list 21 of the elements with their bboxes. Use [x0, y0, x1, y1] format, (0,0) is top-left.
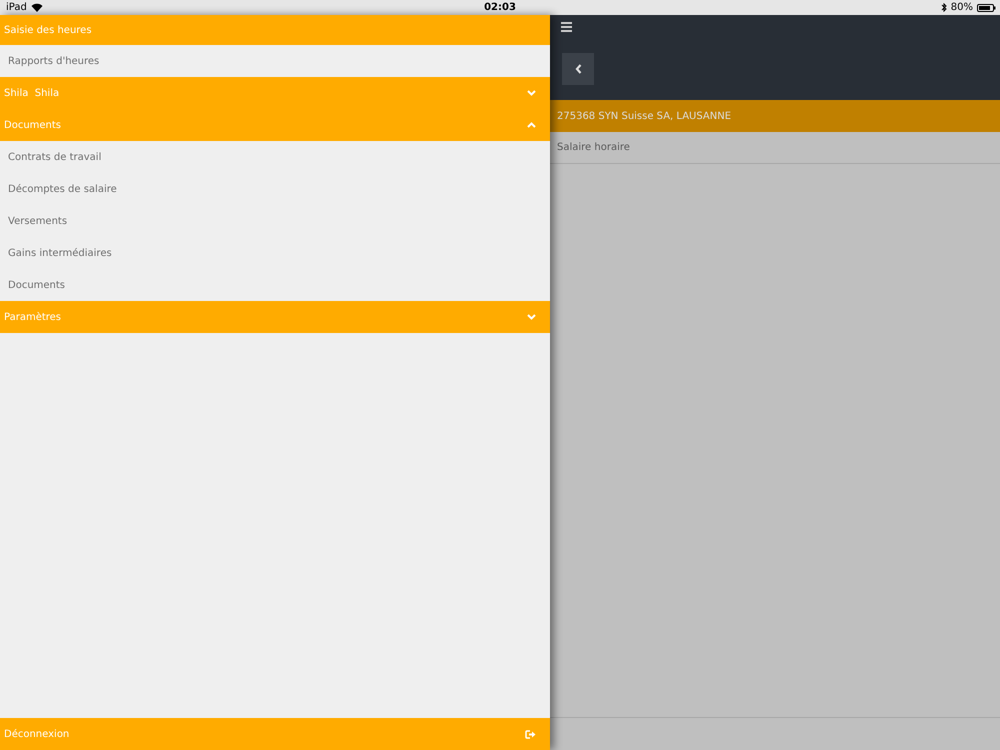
device-name: iPad: [6, 2, 27, 13]
menu-item[interactable]: Gains intermédiaires: [0, 237, 550, 269]
battery-percentage: 80%: [950, 2, 973, 13]
menu-item[interactable]: Documents: [0, 269, 550, 301]
back-button[interactable]: [562, 53, 594, 85]
company-header: 275368 SYN Suisse SA, LAUSANNE: [550, 100, 1000, 132]
menu-item[interactable]: Versements: [0, 205, 550, 237]
clock: 02:03: [484, 2, 516, 13]
back-icon: [574, 64, 582, 74]
battery-icon: [977, 4, 996, 12]
menu-item[interactable]: Rapports d'heures: [0, 45, 550, 77]
chevron-up-icon: [527, 122, 536, 128]
menu-item[interactable]: Contrats de travail: [0, 141, 550, 173]
menu-icon[interactable]: [561, 22, 572, 32]
menu-item[interactable]: Décomptes de salaire: [0, 173, 550, 205]
wifi-icon: [30, 3, 43, 12]
bluetooth-icon: [940, 3, 947, 12]
chevron-down-icon: [527, 90, 536, 96]
logout-icon: [525, 730, 536, 738]
list-item[interactable]: Salaire horaire: [550, 132, 1000, 164]
chevron-down-icon: [527, 314, 536, 320]
